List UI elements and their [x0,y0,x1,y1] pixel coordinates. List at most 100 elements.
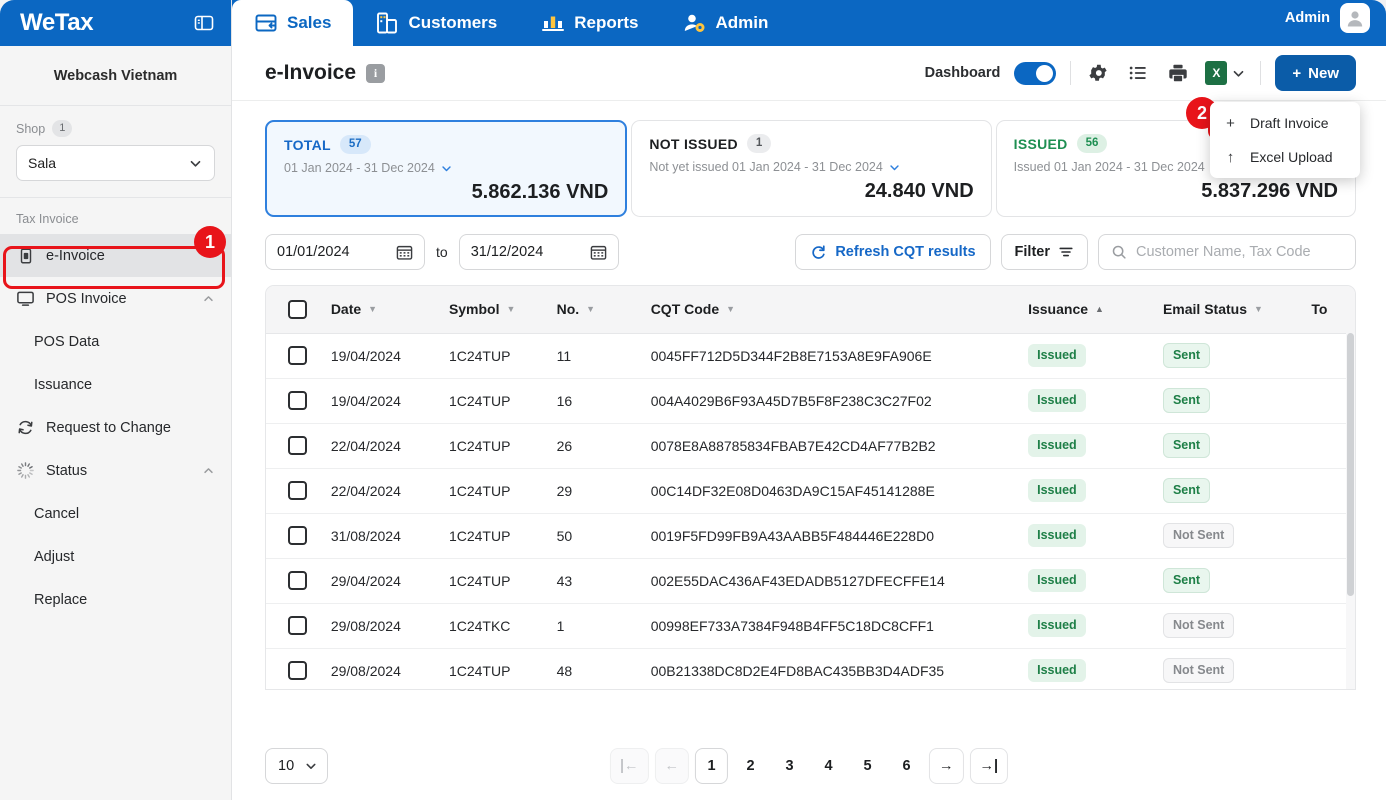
shop-select[interactable]: Sala [16,145,215,181]
chevron-up-icon[interactable] [202,292,215,305]
email-status-badge: Sent [1162,568,1211,593]
sidebar-item-issuance[interactable]: Issuance [0,363,231,406]
chevron-up-icon[interactable] [202,464,215,477]
sidebar-item-cancel[interactable]: Cancel [0,492,231,535]
table-row[interactable]: 22/04/2024 1C24TUP 26 0078E8A88785834FBAB7E… [266,423,1355,469]
divider [1070,61,1072,85]
prev-page-button[interactable]: ← [654,748,689,784]
dropdown-item-excel-upload[interactable]: ↑ Excel Upload [1210,140,1360,174]
search-box[interactable] [1098,234,1356,270]
filter-button[interactable]: Filter [1000,234,1088,270]
table-row[interactable]: 31/08/2024 1C24TUP 50 0019F5FD99FB9A43AABB5… [266,513,1355,559]
chevron-down-icon[interactable] [440,162,453,175]
page-button-6[interactable]: 6 [890,748,923,784]
panel-toggle-icon[interactable] [193,12,215,34]
cell-email-status: Not Sent [1162,603,1312,649]
chevron-down-icon[interactable] [888,161,901,174]
row-checkbox[interactable] [288,481,307,500]
dashboard-toggle[interactable] [1014,61,1057,85]
tab-customers[interactable]: Customers [353,0,519,46]
card-amount: 5.837.296 VND [1201,180,1338,202]
table-row[interactable]: 29/04/2024 1C24TUP 43 002E55DAC436AF43EDADB… [266,558,1355,604]
page-button-2[interactable]: 2 [734,748,767,784]
page-button-5[interactable]: 5 [851,748,884,784]
page-size-select[interactable]: 10 [265,748,328,784]
column-header-issuance[interactable]: Issuance ▲ [1028,286,1163,334]
row-checkbox-cell [266,378,331,424]
select-all-checkbox[interactable] [288,299,307,319]
page-button-4[interactable]: 4 [812,748,845,784]
cell-no: 26 [556,423,651,469]
column-header-date[interactable]: Date ▼ [330,286,449,334]
tab-reports[interactable]: Reports [519,0,660,46]
table-row[interactable]: 29/08/2024 1C24TKC 1 00998EF733A7384F948B4F… [266,603,1355,649]
cell-cqt-code: 0045FF712D5D344F2B8E7153A8E9FA906E [650,333,1029,379]
dropdown-item-draft-invoice[interactable]: + Draft Invoice [1210,106,1360,140]
scrollbar-thumb[interactable] [1347,333,1354,596]
row-checkbox[interactable] [288,391,307,410]
dropdown-item-label: Excel Upload [1250,149,1333,165]
sidebar-item-pos-invoice[interactable]: POS Invoice [0,277,231,320]
table-row[interactable]: 19/04/2024 1C24TUP 16 004A4029B6F93A45D7B5F… [266,378,1355,424]
info-icon[interactable]: i [366,63,386,83]
last-page-button[interactable]: →| [969,748,1009,784]
row-checkbox[interactable] [288,616,307,635]
column-header-no[interactable]: No. ▼ [556,286,651,334]
sidebar-item-request-to-change[interactable]: Request to Change [0,406,231,449]
refresh-cqt-button[interactable]: Refresh CQT results [795,234,991,270]
print-icon[interactable] [1165,60,1191,86]
user-avatar-icon[interactable] [1340,2,1370,33]
search-input[interactable] [1136,244,1343,260]
gear-icon[interactable] [1085,60,1111,86]
dropdown-item-label: Draft Invoice [1250,115,1329,131]
list-icon[interactable] [1125,60,1151,86]
first-page-button[interactable]: |← [609,748,649,784]
row-checkbox[interactable] [288,436,307,455]
summary-card-total[interactable]: TOTAL 57 01 Jan 2024 - 31 Dec 2024 5.862.13… [265,120,628,217]
table-row[interactable]: 29/08/2024 1C24TUP 48 00B21338DC8D2E4FD8BAC… [266,648,1355,689]
row-checkbox[interactable] [288,526,307,545]
column-header-cqt[interactable]: CQT Code ▼ [650,286,1029,334]
sort-asc-icon[interactable]: ▲ [1095,304,1104,314]
tab-sales[interactable]: Sales [232,0,354,46]
sidebar-item-replace[interactable]: Replace [0,578,231,621]
calendar-icon[interactable] [590,244,607,261]
sidebar-item-pos-data[interactable]: POS Data [0,320,231,363]
sidebar-nav-list: e-Invoice POS Invoice POS Data Issuance Requ… [0,234,231,621]
tab-admin[interactable]: Admin [660,0,790,46]
sort-desc-icon[interactable]: ▼ [507,304,516,314]
calendar-icon[interactable] [396,244,413,261]
cell-email-status: Sent [1162,333,1312,379]
table-row[interactable]: 22/04/2024 1C24TUP 29 00C14DF32E08D0463DA9C… [266,468,1355,514]
excel-export-button[interactable]: X [1205,60,1246,86]
row-checkbox[interactable] [288,571,307,590]
column-header-total[interactable]: To [1311,286,1355,334]
row-checkbox[interactable] [288,661,307,680]
topnav-right: Admin [1285,0,1386,46]
admin-icon [682,11,706,35]
sort-desc-icon[interactable]: ▼ [1254,304,1263,314]
sidebar-item-status[interactable]: Status [0,449,231,492]
column-header-symbol[interactable]: Symbol ▼ [448,286,557,334]
next-page-button[interactable]: → [929,748,964,784]
column-header-label: Date [330,301,362,318]
table-vertical-scrollbar[interactable] [1346,333,1355,689]
page-button-1[interactable]: 1 [695,748,728,784]
page-button-3[interactable]: 3 [773,748,806,784]
card-subtitle-row[interactable]: 01 Jan 2024 - 31 Dec 2024 [284,161,608,175]
summary-card-not-issued[interactable]: NOT ISSUED 1 Not yet issued 01 Jan 2024 - … [631,120,992,217]
sort-desc-icon[interactable]: ▼ [726,304,735,314]
column-header-label: Issuance [1028,301,1089,318]
sort-desc-icon[interactable]: ▼ [586,304,595,314]
sidebar-item-adjust[interactable]: Adjust [0,535,231,578]
table-row[interactable]: 19/04/2024 1C24TUP 11 0045FF712D5D344F2B8E7… [266,333,1355,379]
new-button[interactable]: + New [1275,55,1356,91]
filter-icon [1058,244,1074,260]
date-from-input[interactable]: 01/01/2024 [265,234,425,270]
invoice-table: Date ▼ Symbol ▼ No. ▼ CQT Code ▼ Issuance ▲ Email … [266,286,1355,689]
card-subtitle-row[interactable]: Not yet issued 01 Jan 2024 - 31 Dec 2024 [649,160,973,174]
row-checkbox[interactable] [288,346,307,365]
date-to-input[interactable]: 31/12/2024 [458,234,619,270]
sort-desc-icon[interactable]: ▼ [368,304,377,314]
column-header-email[interactable]: Email Status ▼ [1162,286,1312,334]
